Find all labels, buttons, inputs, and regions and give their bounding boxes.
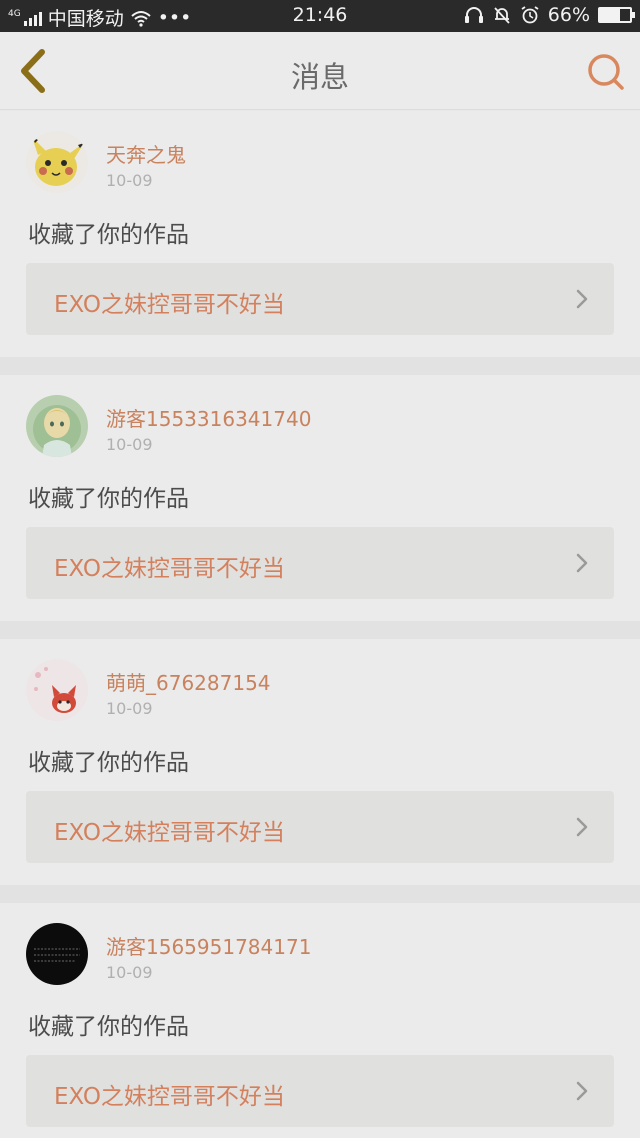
chevron-right-icon — [576, 289, 588, 309]
battery-fill — [600, 9, 620, 21]
work-link[interactable]: EXO之妹控哥哥不好当 — [26, 791, 614, 863]
anime-girl-avatar — [26, 395, 88, 457]
message-date: 10-09 — [106, 435, 153, 454]
search-icon[interactable] — [584, 50, 626, 92]
list-item: 萌萌_676287154 10-09 收藏了你的作品 EXO之妹控哥哥不好当 — [0, 639, 640, 903]
username[interactable]: 游客1553316341740 — [106, 403, 311, 432]
work-link[interactable]: EXO之妹控哥哥不好当 — [26, 527, 614, 599]
battery-icon — [598, 7, 635, 23]
work-title: EXO之妹控哥哥不好当 — [54, 556, 285, 582]
black-text-avatar — [26, 923, 88, 985]
message-date: 10-09 — [106, 699, 153, 718]
work-link[interactable]: EXO之妹控哥哥不好当 — [26, 1055, 614, 1127]
red-fox-avatar — [26, 659, 88, 721]
message-date: 10-09 — [106, 171, 153, 190]
message-list: 天奔之鬼 10-09 收藏了你的作品 EXO之妹控哥哥不好当 游客1553316… — [0, 111, 640, 1138]
user-avatar[interactable] — [26, 395, 88, 457]
pikachu-avatar — [26, 131, 88, 193]
alarm-icon — [521, 6, 539, 24]
user-avatar[interactable] — [26, 131, 88, 193]
chevron-right-icon — [576, 817, 588, 837]
nav-bar: 消息 — [0, 32, 640, 110]
bell-muted-icon — [494, 7, 510, 24]
work-title: EXO之妹控哥哥不好当 — [54, 820, 285, 846]
list-item: 游客1553316341740 10-09 收藏了你的作品 EXO之妹控哥哥不好… — [0, 375, 640, 639]
message-action: 收藏了你的作品 — [28, 486, 189, 512]
user-avatar[interactable] — [26, 659, 88, 721]
message-action: 收藏了你的作品 — [28, 750, 189, 776]
work-title: EXO之妹控哥哥不好当 — [54, 292, 285, 318]
battery-percent: 66% — [547, 4, 590, 26]
list-item: 游客1565951784171 10-09 收藏了你的作品 EXO之妹控哥哥不好… — [0, 903, 640, 1138]
username[interactable]: 萌萌_676287154 — [106, 667, 271, 696]
chevron-right-icon — [576, 1081, 588, 1101]
status-bar: 4G 中国移动 ••• 21:46 66% — [0, 0, 640, 32]
chevron-right-icon — [576, 553, 588, 573]
message-action: 收藏了你的作品 — [28, 222, 189, 248]
user-avatar[interactable] — [26, 923, 88, 985]
page-title: 消息 — [290, 60, 349, 94]
status-right: 66% — [464, 4, 635, 26]
headphones-icon — [464, 7, 483, 23]
list-item: 天奔之鬼 10-09 收藏了你的作品 EXO之妹控哥哥不好当 — [0, 111, 640, 375]
username[interactable]: 游客1565951784171 — [106, 931, 311, 960]
username[interactable]: 天奔之鬼 — [106, 139, 186, 168]
work-link[interactable]: EXO之妹控哥哥不好当 — [26, 263, 614, 335]
work-title: EXO之妹控哥哥不好当 — [54, 1084, 285, 1110]
message-date: 10-09 — [106, 963, 153, 982]
message-action: 收藏了你的作品 — [28, 1014, 189, 1040]
